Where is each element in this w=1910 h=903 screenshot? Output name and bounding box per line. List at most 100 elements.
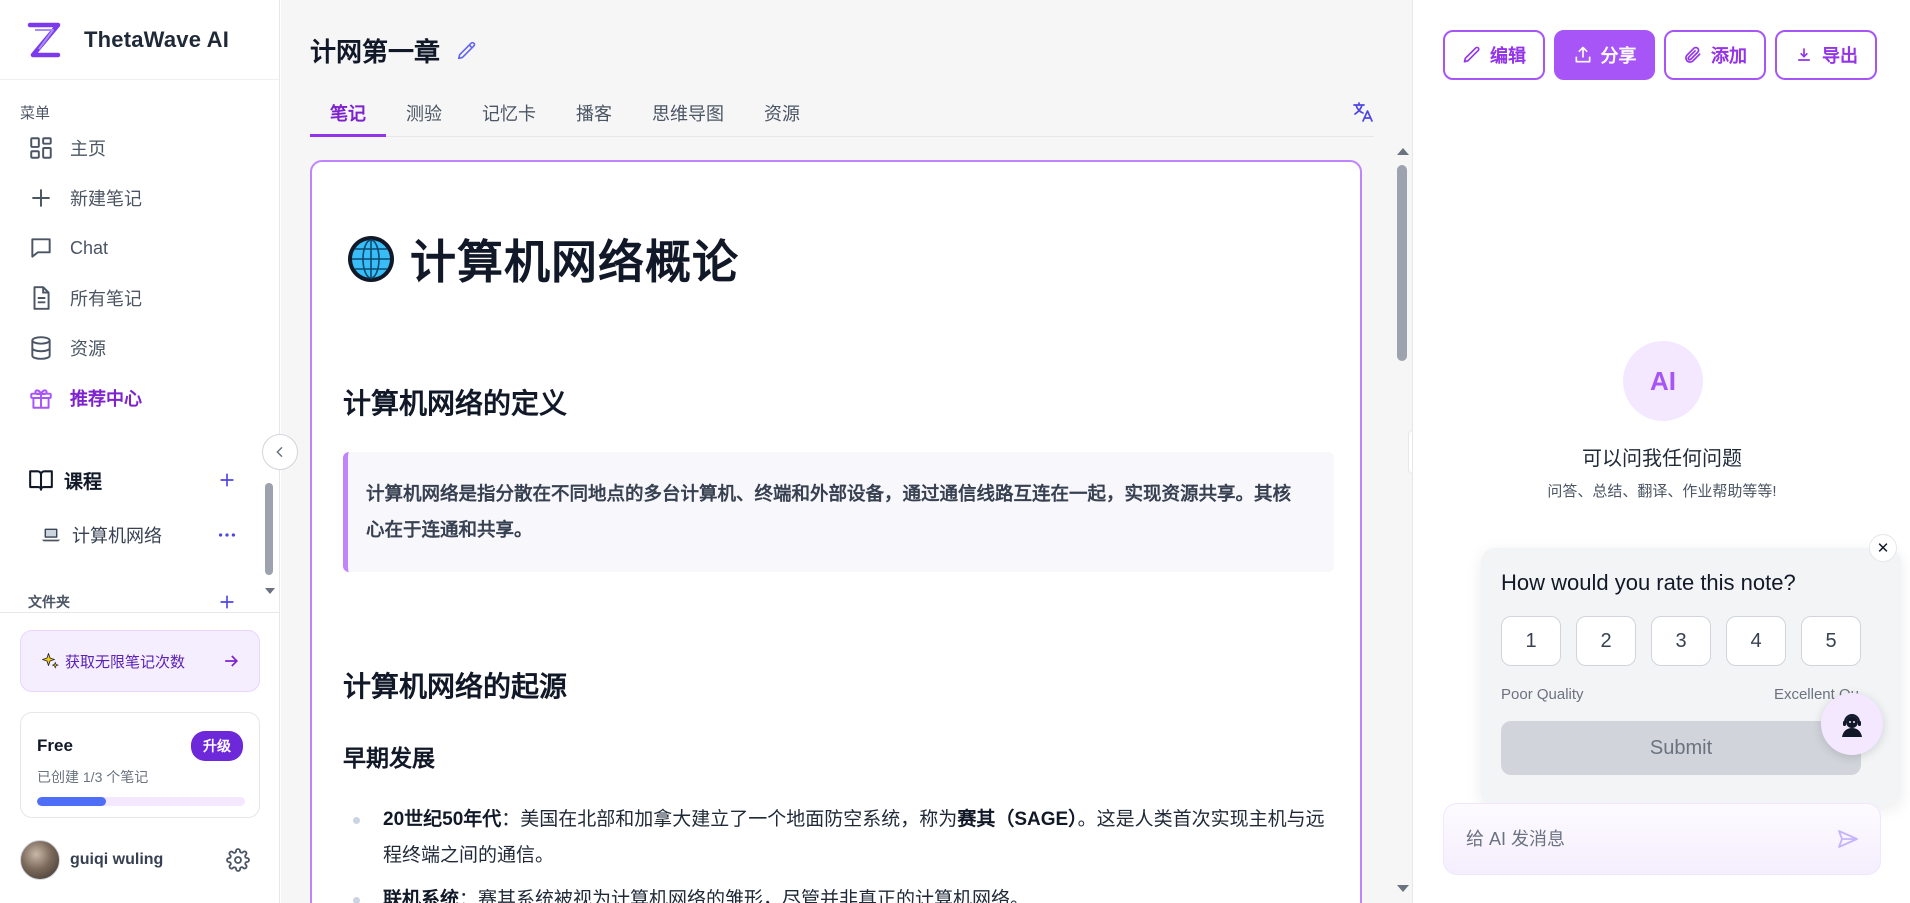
share-icon [1575, 46, 1590, 63]
user-row: guiqi wuling [20, 840, 250, 880]
scroll-up-arrow[interactable] [1397, 148, 1409, 155]
bullet-emphasis: 赛其（SAGE） [957, 809, 1078, 830]
chat-icon [31, 238, 51, 258]
share-button-label: 分享 [1600, 46, 1637, 66]
translate-icon[interactable] [1351, 100, 1375, 124]
pencil-icon [1463, 46, 1480, 63]
rating-low-label: Poor Quality [1501, 686, 1584, 703]
support-agent-icon [1842, 714, 1862, 737]
avatar[interactable] [20, 840, 60, 880]
note-content: 计算机网络概论 计算机网络的定义 计算机网络是指分散在不同地点的多台计算机、终端… [310, 160, 1362, 903]
edit-button[interactable]: 编辑 [1443, 30, 1545, 80]
document-icon [33, 286, 50, 310]
laptop-icon [41, 528, 61, 542]
subsection-heading-early: 早期发展 [343, 745, 435, 771]
grid-icon [30, 137, 52, 159]
ai-empty-title: 可以问我任何问题 [1582, 448, 1742, 470]
rating-option-3[interactable]: 3 [1651, 616, 1711, 666]
sidebar-item-label: 推荐中心 [70, 389, 142, 409]
plan-name: Free [37, 736, 73, 755]
scroll-down-arrow[interactable] [1397, 885, 1409, 892]
scrollbar-thumb[interactable] [265, 483, 273, 575]
export-button-label: 导出 [1822, 46, 1858, 66]
user-name: guiqi wuling [70, 851, 164, 868]
upgrade-button[interactable]: 升级 [191, 731, 243, 761]
rating-option-5[interactable]: 5 [1801, 616, 1861, 666]
more-icon[interactable] [216, 524, 238, 546]
plan-usage-fill [37, 797, 107, 806]
plus-icon [32, 189, 50, 207]
bullet-text: 美国在北部和加拿大建立了一个地面防空系统，称为 [520, 809, 958, 830]
add-course-icon[interactable] [216, 469, 238, 491]
folders-header: 文件夹 [28, 590, 238, 614]
plan-usage-bar [37, 797, 245, 806]
rating-options: 1 2 3 4 5 [1501, 616, 1881, 666]
arrow-right-icon [225, 655, 239, 667]
sidebar-item-new-note[interactable]: 新建笔记 [16, 173, 264, 223]
sidebar-item-label: 所有笔记 [70, 289, 142, 309]
book-icon [29, 470, 53, 491]
support-button[interactable] [1821, 693, 1883, 755]
submit-rating-button[interactable]: Submit [1501, 721, 1861, 775]
ai-empty-subtitle: 问答、总结、翻译、作业帮助等等! [1547, 483, 1777, 500]
tab-quiz[interactable]: 测验 [386, 92, 462, 137]
sidebar-item-resources[interactable]: 资源 [16, 323, 264, 373]
note-heading: 计算机网络概论 [346, 226, 739, 292]
rating-title: How would you rate this note? [1501, 570, 1796, 595]
tab-notes[interactable]: 笔记 [310, 92, 386, 137]
sidebar-item-label: 资源 [70, 339, 106, 359]
divider [0, 612, 279, 613]
sidebar-item-all-notes[interactable]: 所有笔记 [16, 273, 264, 323]
page-title: 计网第一章 [310, 37, 441, 67]
brand-name: ThetaWave AI [84, 26, 230, 52]
course-item[interactable]: 计算机网络 [40, 520, 238, 550]
note-scrollbar[interactable] [1395, 140, 1409, 903]
rating-option-4[interactable]: 4 [1726, 616, 1786, 666]
bullet-separator: ： [501, 809, 521, 830]
note-title: 计算机网络概论 [410, 236, 739, 288]
brand[interactable]: ThetaWave AI [0, 0, 279, 80]
course-item-label: 计算机网络 [72, 526, 162, 546]
note-tabs: 笔记 测验 记忆卡 播客 思维导图 资源 [310, 92, 1374, 137]
sidebar-item-recommendations[interactable]: 推荐中心 [16, 373, 264, 423]
plan-usage-text: 已创建 1/3 个笔记 [37, 769, 149, 785]
list-item: 联机系统：赛其系统被视为计算机网络的雏形，尽管并非真正的计算机网络。 [343, 882, 1343, 903]
rating-option-2[interactable]: 2 [1576, 616, 1636, 666]
logo-icon [27, 22, 61, 57]
tab-resources[interactable]: 资源 [744, 92, 820, 137]
add-folder-icon[interactable] [216, 591, 238, 613]
database-icon [31, 336, 51, 360]
attach-button[interactable]: 添加 [1664, 30, 1766, 80]
tab-flashcards[interactable]: 记忆卡 [462, 92, 556, 137]
user-info[interactable]: guiqi wuling [20, 840, 163, 880]
ai-avatar: AI [1623, 341, 1703, 421]
folders-label: 文件夹 [28, 594, 70, 610]
download-icon [1798, 48, 1810, 61]
scrollbar-thumb[interactable] [1397, 165, 1407, 361]
gear-icon[interactable] [226, 848, 250, 872]
rating-popup: How would you rate this note? 1 2 3 4 5 … [1481, 548, 1901, 806]
sidebar-item-home[interactable]: 主页 [16, 123, 264, 173]
sidebar: ThetaWave AI 菜单 主页 新建笔记 Chat 所有笔记 资源 推荐中… [0, 0, 280, 903]
export-button[interactable]: 导出 [1775, 30, 1877, 80]
rating-option-1[interactable]: 1 [1501, 616, 1561, 666]
sidebar-item-chat[interactable]: Chat [16, 223, 264, 273]
action-bar: 编辑 分享 添加 导出 [1443, 30, 1877, 80]
sidebar-scrollbar[interactable] [264, 478, 275, 598]
unlimited-notes-promo[interactable]: 获取无限笔记次数 [20, 630, 260, 692]
share-button[interactable]: 分享 [1554, 30, 1655, 80]
bullet-term: 联机系统 [383, 889, 460, 903]
sidebar-item-label: Chat [70, 237, 109, 258]
chat-input[interactable] [1466, 828, 1806, 850]
title-row: 计网第一章 [310, 32, 478, 69]
send-icon[interactable] [1836, 827, 1860, 851]
scroll-down-arrow[interactable] [265, 588, 275, 594]
tab-podcast[interactable]: 播客 [556, 92, 632, 137]
collapse-sidebar-button[interactable] [262, 434, 298, 470]
close-rating-button[interactable]: ✕ [1869, 534, 1897, 562]
bullet-text: 赛其系统被视为计算机网络的雏形，尽管并非真正的计算机网络。 [478, 889, 1030, 903]
rating-scale-labels: Poor Quality Excellent Qu [1501, 686, 1859, 703]
pencil-icon[interactable] [456, 40, 478, 62]
tab-mindmap[interactable]: 思维导图 [632, 92, 744, 137]
note-bullet-list: 20世纪50年代：美国在北部和加拿大建立了一个地面防空系统，称为赛其（SAGE）… [343, 802, 1343, 903]
